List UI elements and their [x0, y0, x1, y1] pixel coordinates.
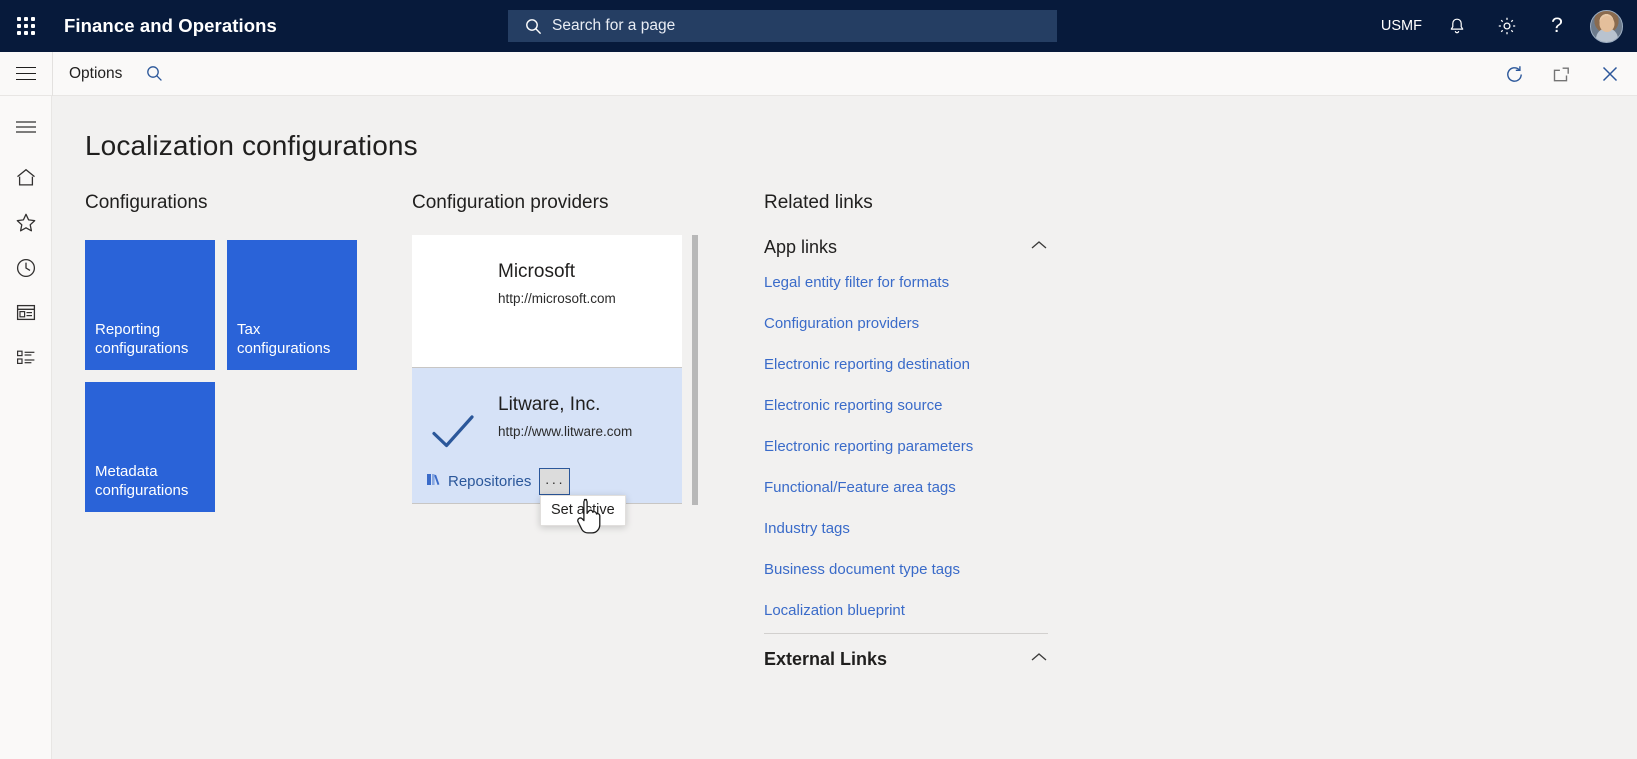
- company-selector[interactable]: USMF: [1371, 0, 1432, 52]
- rail-item-modules[interactable]: [0, 335, 52, 380]
- app-links-list: Legal entity filter for formats Configur…: [764, 274, 1048, 619]
- provider-more-options-button[interactable]: ···: [539, 468, 571, 495]
- workspace-icon: [16, 304, 35, 321]
- configurations-heading: Configurations: [85, 192, 208, 213]
- tile-tax-configurations[interactable]: Tax configurations: [227, 240, 357, 370]
- settings-button[interactable]: [1482, 0, 1532, 52]
- app-links-group-header[interactable]: App links: [764, 232, 1048, 262]
- provider-context-menu: Set active: [540, 495, 626, 526]
- chevron-up-icon[interactable]: [1030, 650, 1048, 668]
- context-menu-item-set-active[interactable]: Set active: [541, 496, 625, 525]
- repositories-link[interactable]: Repositories: [426, 472, 531, 491]
- repositories-icon: [426, 472, 441, 491]
- provider-name: Microsoft: [498, 261, 576, 282]
- chevron-up-icon[interactable]: [1030, 238, 1048, 256]
- notifications-button[interactable]: [1432, 0, 1482, 52]
- related-links-scrollbar-track[interactable]: [1122, 226, 1125, 634]
- external-links-group-title: External Links: [764, 648, 888, 669]
- star-icon: [16, 213, 35, 232]
- related-link-er-source[interactable]: Electronic reporting source: [764, 397, 1048, 414]
- command-bar: Options: [0, 51, 1637, 96]
- top-bar-actions: USMF ?: [1371, 0, 1637, 52]
- related-link-functional-feature-area-tags[interactable]: Functional/Feature area tags: [764, 479, 1048, 496]
- command-bar-right-actions: [1497, 52, 1627, 96]
- top-navigation-bar: Finance and Operations Search for a page…: [0, 0, 1637, 52]
- related-links-section: Related links App links Legal entity fil…: [764, 192, 1094, 674]
- related-link-industry-tags[interactable]: Industry tags: [764, 520, 1048, 537]
- global-search-placeholder: Search for a page: [552, 17, 676, 34]
- app-launcher-button[interactable]: [0, 0, 52, 52]
- close-icon: [1602, 66, 1618, 82]
- refresh-icon: [1506, 65, 1522, 82]
- clock-icon: [16, 258, 35, 277]
- app-title: Finance and Operations: [64, 15, 277, 36]
- related-links-heading: Related links: [764, 192, 873, 213]
- tile-label: Tax configurations: [237, 321, 331, 357]
- related-link-localization-blueprint[interactable]: Localization blueprint: [764, 602, 1048, 619]
- rail-item-recent[interactable]: [0, 245, 52, 290]
- global-search-box[interactable]: Search for a page: [508, 10, 1057, 42]
- list-icon: [16, 350, 34, 365]
- gear-icon: [1498, 17, 1516, 35]
- external-links-group-header[interactable]: External Links: [764, 644, 1048, 674]
- configurations-section: Configurations Reporting configurations …: [85, 192, 415, 512]
- providers-scrollbar-thumb[interactable]: [692, 235, 698, 505]
- rail-item-workspaces[interactable]: [0, 290, 52, 335]
- left-navigation-rail: [0, 96, 52, 759]
- tile-label: Metadata configurations: [95, 463, 189, 499]
- home-icon: [16, 168, 35, 186]
- configuration-providers-heading: Configuration providers: [412, 192, 609, 213]
- app-links-group-title: App links: [764, 236, 838, 257]
- app-links-group: App links Legal entity filter for format…: [764, 232, 1048, 674]
- hamburger-icon: [15, 120, 36, 133]
- links-separator: [764, 633, 1048, 634]
- provider-actions: Repositories ···: [426, 468, 571, 495]
- refresh-button[interactable]: [1497, 57, 1531, 91]
- close-button[interactable]: [1593, 57, 1627, 91]
- provider-url: http://www.litware.com: [498, 424, 633, 439]
- options-button[interactable]: Options: [53, 52, 138, 96]
- related-link-er-destination[interactable]: Electronic reporting destination: [764, 356, 1048, 373]
- bell-icon: [1450, 18, 1464, 33]
- navigation-menu-button[interactable]: [0, 52, 52, 96]
- configuration-providers-section: Configuration providers Microsoft http:/…: [412, 192, 714, 703]
- related-link-configuration-providers[interactable]: Configuration providers: [764, 315, 1048, 332]
- rail-item-menu[interactable]: [0, 104, 52, 149]
- configuration-tiles: Reporting configurations Tax configurati…: [85, 240, 365, 512]
- avatar[interactable]: [1590, 9, 1623, 43]
- rail-item-favorites[interactable]: [0, 200, 52, 245]
- configuration-providers-list: Microsoft http://microsoft.com Litware, …: [412, 235, 698, 703]
- page-search-button[interactable]: [138, 65, 171, 82]
- open-in-new-window-icon: [1553, 67, 1569, 81]
- provider-name: Litware, Inc.: [498, 394, 601, 415]
- related-link-er-parameters[interactable]: Electronic reporting parameters: [764, 438, 1048, 455]
- provider-card-litware[interactable]: Litware, Inc. http://www.litware.com Rep…: [412, 368, 682, 504]
- waffle-icon: [17, 17, 35, 35]
- tile-reporting-configurations[interactable]: Reporting configurations: [85, 240, 215, 370]
- tile-metadata-configurations[interactable]: Metadata configurations: [85, 382, 215, 512]
- provider-url: http://microsoft.com: [498, 291, 616, 306]
- provider-card-microsoft[interactable]: Microsoft http://microsoft.com: [412, 235, 682, 368]
- checkmark-icon: [430, 412, 476, 452]
- help-button[interactable]: ?: [1532, 0, 1582, 52]
- rail-item-home[interactable]: [0, 155, 52, 200]
- related-link-legal-entity-filter[interactable]: Legal entity filter for formats: [764, 274, 1048, 291]
- related-link-business-document-type-tags[interactable]: Business document type tags: [764, 561, 1048, 578]
- providers-scrollbar-track[interactable]: [692, 235, 698, 703]
- open-in-new-window-button[interactable]: [1545, 57, 1579, 91]
- repositories-label: Repositories: [448, 473, 532, 490]
- tile-label: Reporting configurations: [95, 321, 189, 357]
- search-icon: [147, 66, 163, 81]
- page-content: Localization configurations Configuratio…: [52, 96, 1637, 759]
- search-icon: [525, 18, 542, 35]
- page-title: Localization configurations: [85, 130, 418, 161]
- hamburger-icon: [16, 72, 36, 75]
